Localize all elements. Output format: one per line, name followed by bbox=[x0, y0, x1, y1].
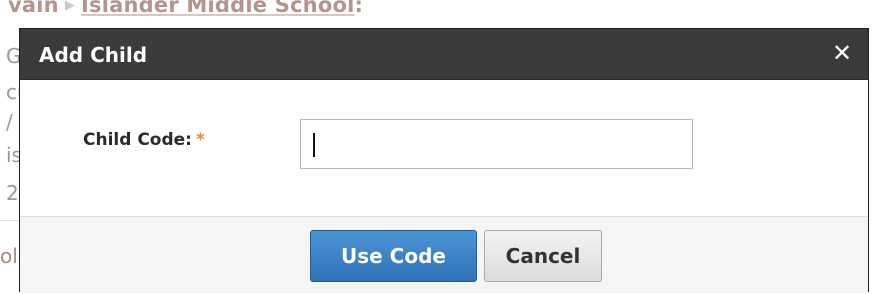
dialog-body: Child Code: * bbox=[20, 80, 868, 216]
dialog-title: Add Child bbox=[39, 43, 148, 67]
child-code-input[interactable] bbox=[300, 119, 693, 169]
breadcrumb-suffix: : bbox=[354, 0, 364, 17]
text-caret bbox=[313, 133, 315, 157]
background-link[interactable]: ole bbox=[0, 244, 20, 268]
breadcrumb-prefix[interactable]: vain bbox=[8, 0, 59, 17]
required-marker: * bbox=[195, 130, 205, 150]
background-text-line: cu bbox=[6, 80, 20, 104]
background-text-line: / o bbox=[6, 110, 20, 134]
background-divider bbox=[0, 220, 20, 221]
use-code-button[interactable]: Use Code bbox=[310, 230, 477, 282]
child-code-label: Child Code: * bbox=[83, 130, 205, 150]
background-text-line: 20 bbox=[6, 181, 20, 205]
add-child-dialog: Add Child ✕ Child Code: * Use Code Cancel bbox=[19, 28, 869, 293]
cancel-button[interactable]: Cancel bbox=[484, 230, 602, 282]
background-text-line: is bbox=[6, 143, 20, 167]
background-text-line: G bbox=[6, 44, 20, 68]
breadcrumb-school-link[interactable]: Islander Middle School bbox=[81, 0, 354, 17]
dialog-header: Add Child ✕ bbox=[20, 29, 868, 80]
close-icon[interactable]: ✕ bbox=[830, 40, 854, 66]
breadcrumb-arrow-icon: ▶ bbox=[64, 0, 76, 13]
page: vain ▶ Islander Middle School: G cu / o is… bbox=[0, 0, 880, 294]
background-breadcrumb: vain ▶ Islander Middle School: bbox=[8, 0, 363, 17]
child-code-label-text: Child Code: bbox=[83, 130, 192, 150]
dialog-footer: Use Code Cancel bbox=[20, 216, 868, 293]
